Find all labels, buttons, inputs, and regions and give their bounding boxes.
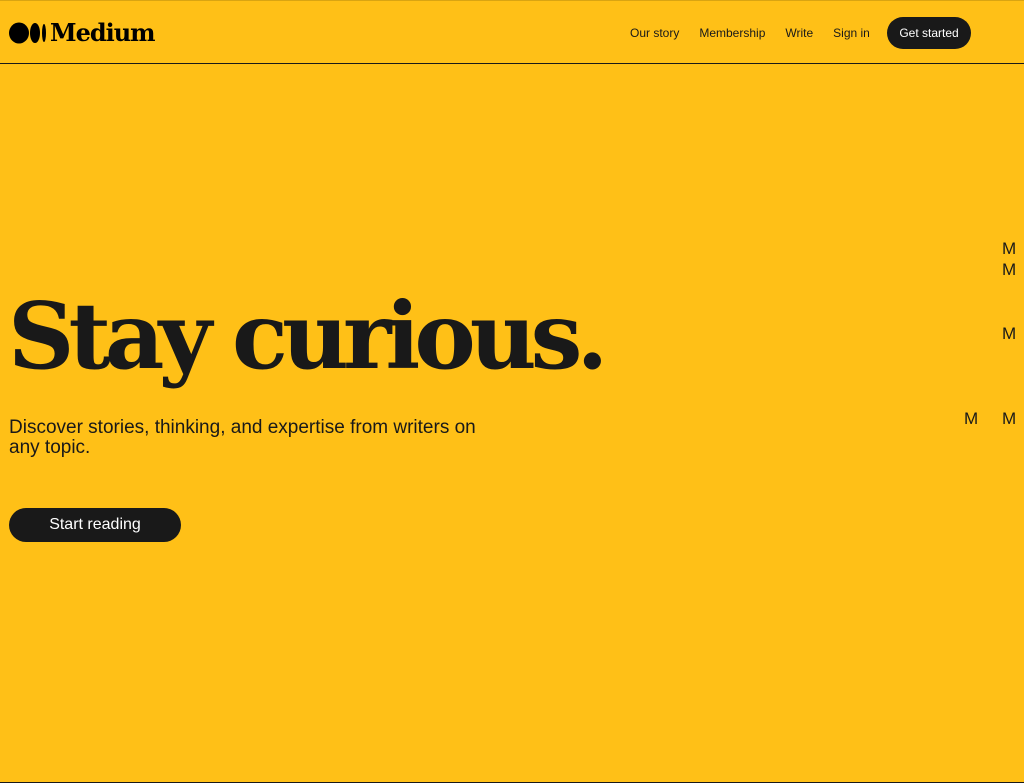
decorative-letter: M (1002, 239, 1017, 258)
get-started-button[interactable]: Get started (887, 17, 971, 49)
nav-sign-in[interactable]: Sign in (833, 26, 870, 40)
top-nav: Our story Membership Write Sign in (620, 17, 880, 49)
landing-page: Medium Our story Membership Write Sign i… (0, 0, 1024, 783)
site-header: Medium Our story Membership Write Sign i… (0, 1, 1024, 64)
decorative-letter: M (964, 409, 979, 428)
hero-subtitle: Discover stories, thinking, and expertis… (9, 417, 476, 458)
nav-our-story[interactable]: Our story (630, 26, 679, 40)
decorative-letter: M (1002, 260, 1017, 279)
decorative-letter: M (1002, 324, 1017, 343)
brand-name: Medium (50, 18, 156, 47)
medium-logo-icon (9, 22, 46, 44)
decorative-letter: M (1002, 409, 1017, 428)
nav-membership[interactable]: Membership (699, 26, 765, 40)
start-reading-button[interactable]: Start reading (9, 508, 181, 542)
brand-logo[interactable]: Medium (9, 18, 156, 47)
nav-write[interactable]: Write (785, 26, 813, 40)
hero-title: Stay curious. (8, 282, 608, 390)
